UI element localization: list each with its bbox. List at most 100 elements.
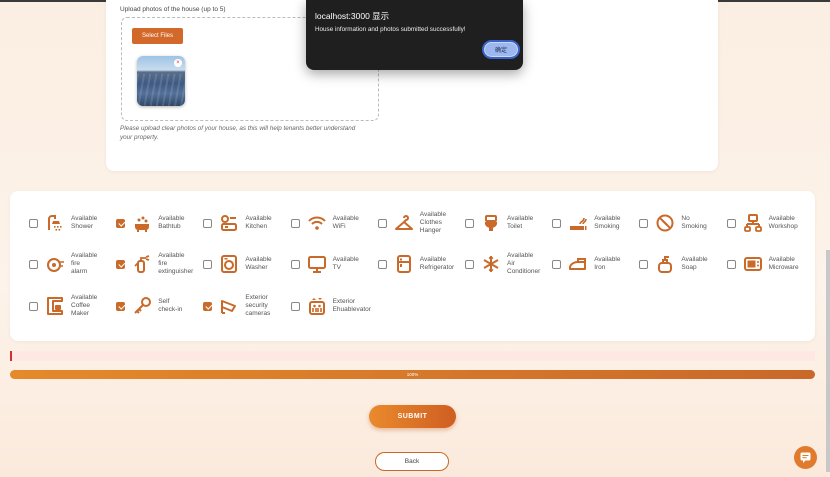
amenity-checkbox[interactable] xyxy=(203,301,213,311)
amenity-checkbox[interactable] xyxy=(29,259,38,269)
amenity-label: Available Clothes Hanger xyxy=(419,211,447,234)
amenity-item[interactable]: Available fire extinguisher xyxy=(116,250,203,290)
microwave-icon xyxy=(743,254,763,274)
amenity-label: Available Bathtub xyxy=(158,215,185,230)
security-camera-icon xyxy=(219,296,239,316)
amenity-checkbox[interactable] xyxy=(726,259,736,269)
amenity-checkbox[interactable] xyxy=(29,301,38,311)
self-check-in-icon xyxy=(132,296,152,316)
amenity-item[interactable]: Available WiFi xyxy=(290,209,378,249)
amenity-item[interactable]: Available Workshop xyxy=(726,209,814,249)
refrigerator-icon xyxy=(394,254,414,274)
amenity-label: Available Air Conditioner xyxy=(507,252,541,275)
clothes-hanger-icon xyxy=(394,213,414,233)
amenity-item[interactable]: Exterior security cameras xyxy=(203,292,290,332)
smoking-icon xyxy=(568,213,588,233)
amenity-checkbox[interactable] xyxy=(116,218,126,228)
amenity-checkbox[interactable] xyxy=(552,259,562,269)
fire-alarm-icon xyxy=(45,254,65,274)
amenity-label: Available Refrigerator xyxy=(419,256,455,271)
amenity-item[interactable]: Available Microware xyxy=(726,250,814,290)
amenity-label: Available Washer xyxy=(245,256,272,271)
amenity-item[interactable]: Available Shower xyxy=(29,209,116,249)
amenity-label: Available Toilet xyxy=(507,215,534,230)
air-conditioner-icon xyxy=(481,254,501,274)
amenity-label: Available Kitchen xyxy=(245,215,272,230)
amenity-checkbox[interactable] xyxy=(203,218,213,228)
amenity-checkbox[interactable] xyxy=(552,218,562,228)
amenity-item[interactable]: Exterior Ehuablevator xyxy=(290,292,378,332)
chat-icon xyxy=(800,452,811,463)
amenity-checkbox[interactable] xyxy=(116,301,126,311)
amenity-checkbox[interactable] xyxy=(377,218,387,228)
amenity-item[interactable]: Available TV xyxy=(290,250,378,290)
progress-bar: 100% xyxy=(10,370,815,379)
amenity-item[interactable]: Available Air Conditioner xyxy=(465,250,552,290)
no-smoking-icon xyxy=(655,213,675,233)
amenity-item[interactable]: Available fire alarm xyxy=(29,250,116,290)
error-bar xyxy=(12,351,815,361)
amenity-checkbox[interactable] xyxy=(465,218,474,228)
amenity-label: No Smoking xyxy=(681,215,707,230)
amenity-label: Available Workshop xyxy=(768,215,798,230)
amenity-item[interactable]: No Smoking xyxy=(639,209,726,249)
amenity-label: Available Iron xyxy=(594,256,621,271)
amenity-label: Available Microware xyxy=(768,256,799,271)
amenity-label: Available fire alarm xyxy=(71,252,98,275)
amenity-item[interactable]: Available Kitchen xyxy=(203,209,290,249)
photo-thumbnail: × xyxy=(137,56,185,106)
tv-icon xyxy=(307,254,327,274)
amenity-label: Available TV xyxy=(332,256,359,271)
kitchen-icon xyxy=(219,213,239,233)
amenity-checkbox[interactable] xyxy=(726,218,736,228)
progress-text: 100% xyxy=(406,372,419,377)
amenity-label: Exterior security cameras xyxy=(245,294,271,317)
dialog-ok-button[interactable]: 确定 xyxy=(482,40,520,59)
workshop-icon xyxy=(743,213,763,233)
upload-label: Upload photos of the house (up to 5) xyxy=(120,6,226,13)
shower-icon xyxy=(45,213,65,233)
dialog-message: House information and photos submitted s… xyxy=(315,26,466,33)
amenity-item[interactable]: Available Iron xyxy=(552,250,639,290)
remove-photo-button[interactable]: × xyxy=(174,59,182,67)
amenity-checkbox[interactable] xyxy=(290,259,300,269)
coffee-maker-icon xyxy=(45,296,65,316)
amenity-checkbox[interactable] xyxy=(29,218,38,228)
scrollbar-thumb[interactable] xyxy=(826,250,830,472)
toilet-icon xyxy=(481,213,501,233)
upload-hint: Please upload clear photos of your house… xyxy=(120,125,356,141)
back-button[interactable]: Back xyxy=(375,452,449,471)
amenity-checkbox[interactable] xyxy=(203,259,213,269)
dialog-title: localhost:3000 显示 xyxy=(315,11,390,21)
amenity-item[interactable]: Available Smoking xyxy=(552,209,639,249)
amenity-label: Available Soap xyxy=(681,256,708,271)
amenity-checkbox[interactable] xyxy=(290,301,300,311)
amenity-item[interactable]: Available Washer xyxy=(203,250,290,290)
amenity-label: Available Smoking xyxy=(594,215,621,230)
page: { "upload": { "label": "Upload photos of… xyxy=(0,0,830,477)
amenity-label: Available Shower xyxy=(71,215,98,230)
amenity-checkbox[interactable] xyxy=(377,259,387,269)
amenity-item[interactable]: Available Clothes Hanger xyxy=(377,209,465,249)
amenity-item[interactable]: Available Toilet xyxy=(465,209,552,249)
alert-dialog: localhost:3000 显示 House information and … xyxy=(306,0,523,70)
chat-button[interactable] xyxy=(794,446,817,469)
select-files-button[interactable]: Select Files xyxy=(132,28,183,44)
amenity-checkbox[interactable] xyxy=(639,259,649,269)
amenity-checkbox[interactable] xyxy=(116,259,126,269)
amenity-item[interactable]: Available Coffee Maker xyxy=(29,292,116,332)
washer-icon xyxy=(219,254,239,274)
amenity-item[interactable]: Available Bathtub xyxy=(116,209,203,249)
amenity-checkbox[interactable] xyxy=(290,218,300,228)
amenity-checkbox[interactable] xyxy=(465,259,474,269)
amenity-item[interactable]: Available Soap xyxy=(639,250,726,290)
amenity-label: Available fire extinguisher xyxy=(158,252,194,275)
bathtub-icon xyxy=(132,213,152,233)
submit-button[interactable]: SUBMIT xyxy=(369,405,456,428)
amenity-label: Available WiFi xyxy=(332,215,359,230)
amenity-item[interactable]: Self check-in xyxy=(116,292,203,332)
amenity-checkbox[interactable] xyxy=(639,218,649,228)
amenity-label: Self check-in xyxy=(158,298,183,313)
fire-extinguisher-icon xyxy=(132,254,152,274)
amenity-item[interactable]: Available Refrigerator xyxy=(377,250,465,290)
